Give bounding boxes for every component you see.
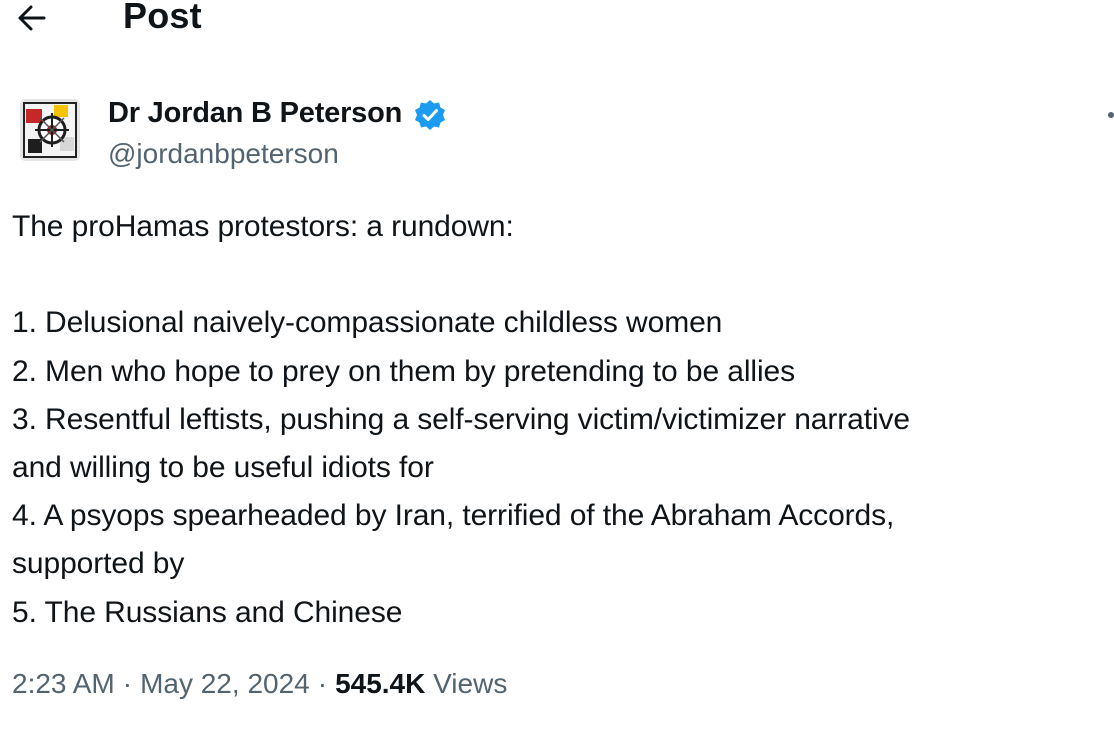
views-count: 545.4K [335,668,426,699]
post-line: 3. Resentful leftists, pushing a self-se… [12,402,911,436]
post-line: supported by [12,547,185,581]
back-button[interactable] [14,0,54,36]
header: Post [0,0,1114,44]
views-link[interactable]: 545.4K Views [335,668,507,699]
verified-badge-icon [413,98,447,132]
meta-separator: · [317,668,328,699]
post-line: 2. Men who hope to prey on them by prete… [12,354,796,388]
post-line: The proHamas protestors: a rundown: [12,210,514,243]
post-line: and willing to be useful idiots for [12,450,434,484]
post-time: 2:23 AM [12,668,115,699]
author-handle[interactable]: @jordanbpeterson [108,138,339,170]
post-line: 5. The Russians and Chinese [12,595,403,629]
more-options-icon[interactable] [1108,112,1114,118]
post-text: The proHamas protestors: a rundown: 1. D… [12,203,1107,637]
post-line: 4. A psyops spearheaded by Iran, terrifi… [12,499,895,533]
post-line [12,251,1107,299]
author-display-name[interactable]: Dr Jordan B Peterson [108,97,402,130]
post-meta: 2:23 AM · May 22, 2024 · 545.4K Views [12,668,507,700]
post-date: May 22, 2024 [140,668,310,699]
avatar[interactable] [20,99,80,161]
post-line: 1. Delusional naively-compassionate chil… [12,306,723,340]
post-timestamp-link[interactable]: 2:23 AM · May 22, 2024 [12,668,310,699]
page-title: Post [123,0,202,36]
meta-separator: · [122,668,133,699]
views-label: Views [433,668,508,699]
arrow-left-icon [14,0,54,36]
